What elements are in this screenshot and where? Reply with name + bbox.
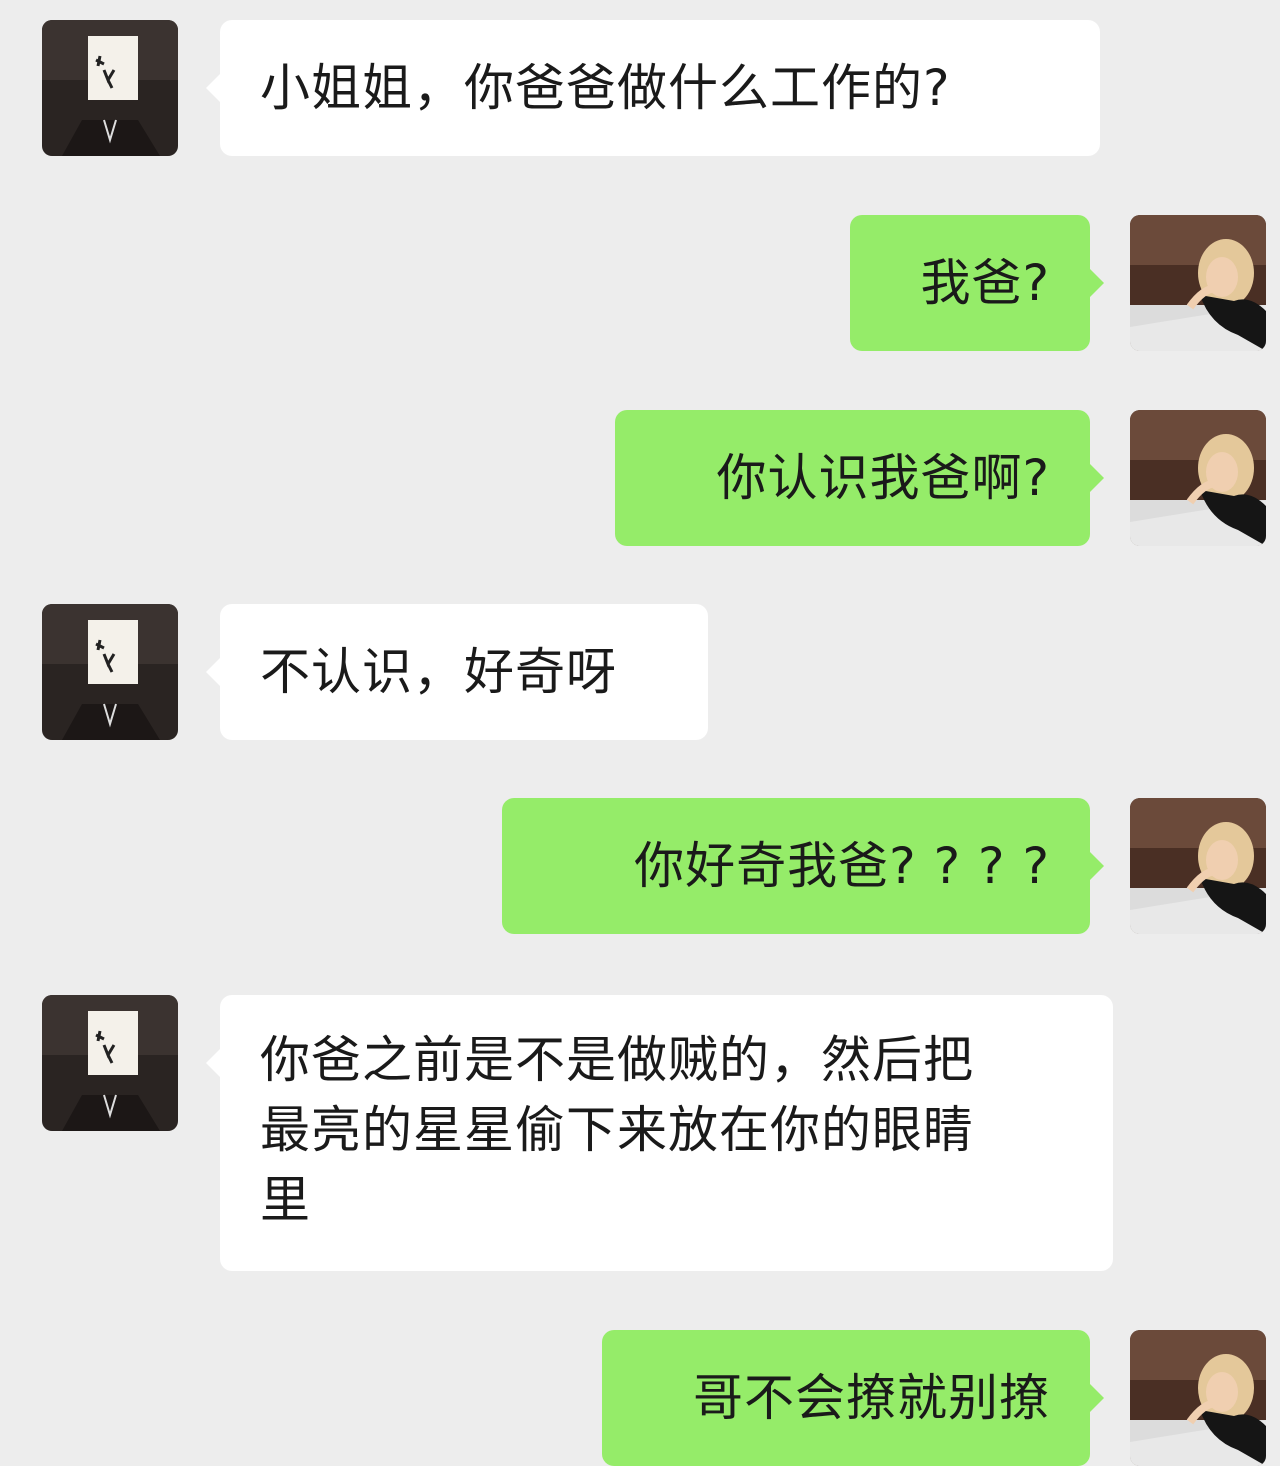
paper-bag-head-icon xyxy=(42,20,178,156)
message-text: 我爸? xyxy=(920,254,1050,312)
woman-photo-icon xyxy=(1130,1330,1266,1466)
message-text: 你好奇我爸? ? ? ? xyxy=(634,837,1050,895)
paper-bag-head-icon xyxy=(42,995,178,1131)
message-text-line: 里 xyxy=(260,1171,311,1229)
message-bubble[interactable]: 哥不会撩就别撩 xyxy=(602,1330,1104,1466)
message-text: 哥不会撩就别撩 xyxy=(693,1369,1050,1427)
avatar[interactable] xyxy=(42,20,178,156)
chat-area: 小姐姐，你爸爸做什么工作的? 我爸? 你认识我爸啊? 不认识，好奇呀 你好奇我爸… xyxy=(0,0,1280,1466)
avatar[interactable] xyxy=(1130,798,1266,934)
woman-photo-icon xyxy=(1130,798,1266,934)
avatar[interactable] xyxy=(1130,1330,1266,1466)
avatar[interactable] xyxy=(42,995,178,1131)
woman-photo-icon xyxy=(1130,215,1266,351)
avatar[interactable] xyxy=(1130,215,1266,351)
message-text: 小姐姐，你爸爸做什么工作的? xyxy=(260,59,951,117)
paper-bag-head-icon xyxy=(42,604,178,740)
avatar[interactable] xyxy=(1130,410,1266,546)
avatar[interactable] xyxy=(42,604,178,740)
message-bubble[interactable]: 我爸? xyxy=(850,215,1104,351)
message-bubble[interactable]: 不认识，好奇呀 xyxy=(206,604,708,740)
message-bubble[interactable]: 你认识我爸啊? xyxy=(615,410,1104,546)
message-text-line: 你爸之前是不是做贼的，然后把 xyxy=(260,1031,974,1089)
message-bubble[interactable]: 你爸之前是不是做贼的，然后把 最亮的星星偷下来放在你的眼睛 里 xyxy=(206,995,1113,1271)
message-text: 你认识我爸啊? xyxy=(716,449,1050,507)
message-text: 不认识，好奇呀 xyxy=(260,643,617,701)
message-bubble[interactable]: 小姐姐，你爸爸做什么工作的? xyxy=(206,20,1100,156)
message-text-line: 最亮的星星偷下来放在你的眼睛 xyxy=(260,1101,974,1159)
woman-photo-icon xyxy=(1130,410,1266,546)
message-bubble[interactable]: 你好奇我爸? ? ? ? xyxy=(502,798,1104,934)
